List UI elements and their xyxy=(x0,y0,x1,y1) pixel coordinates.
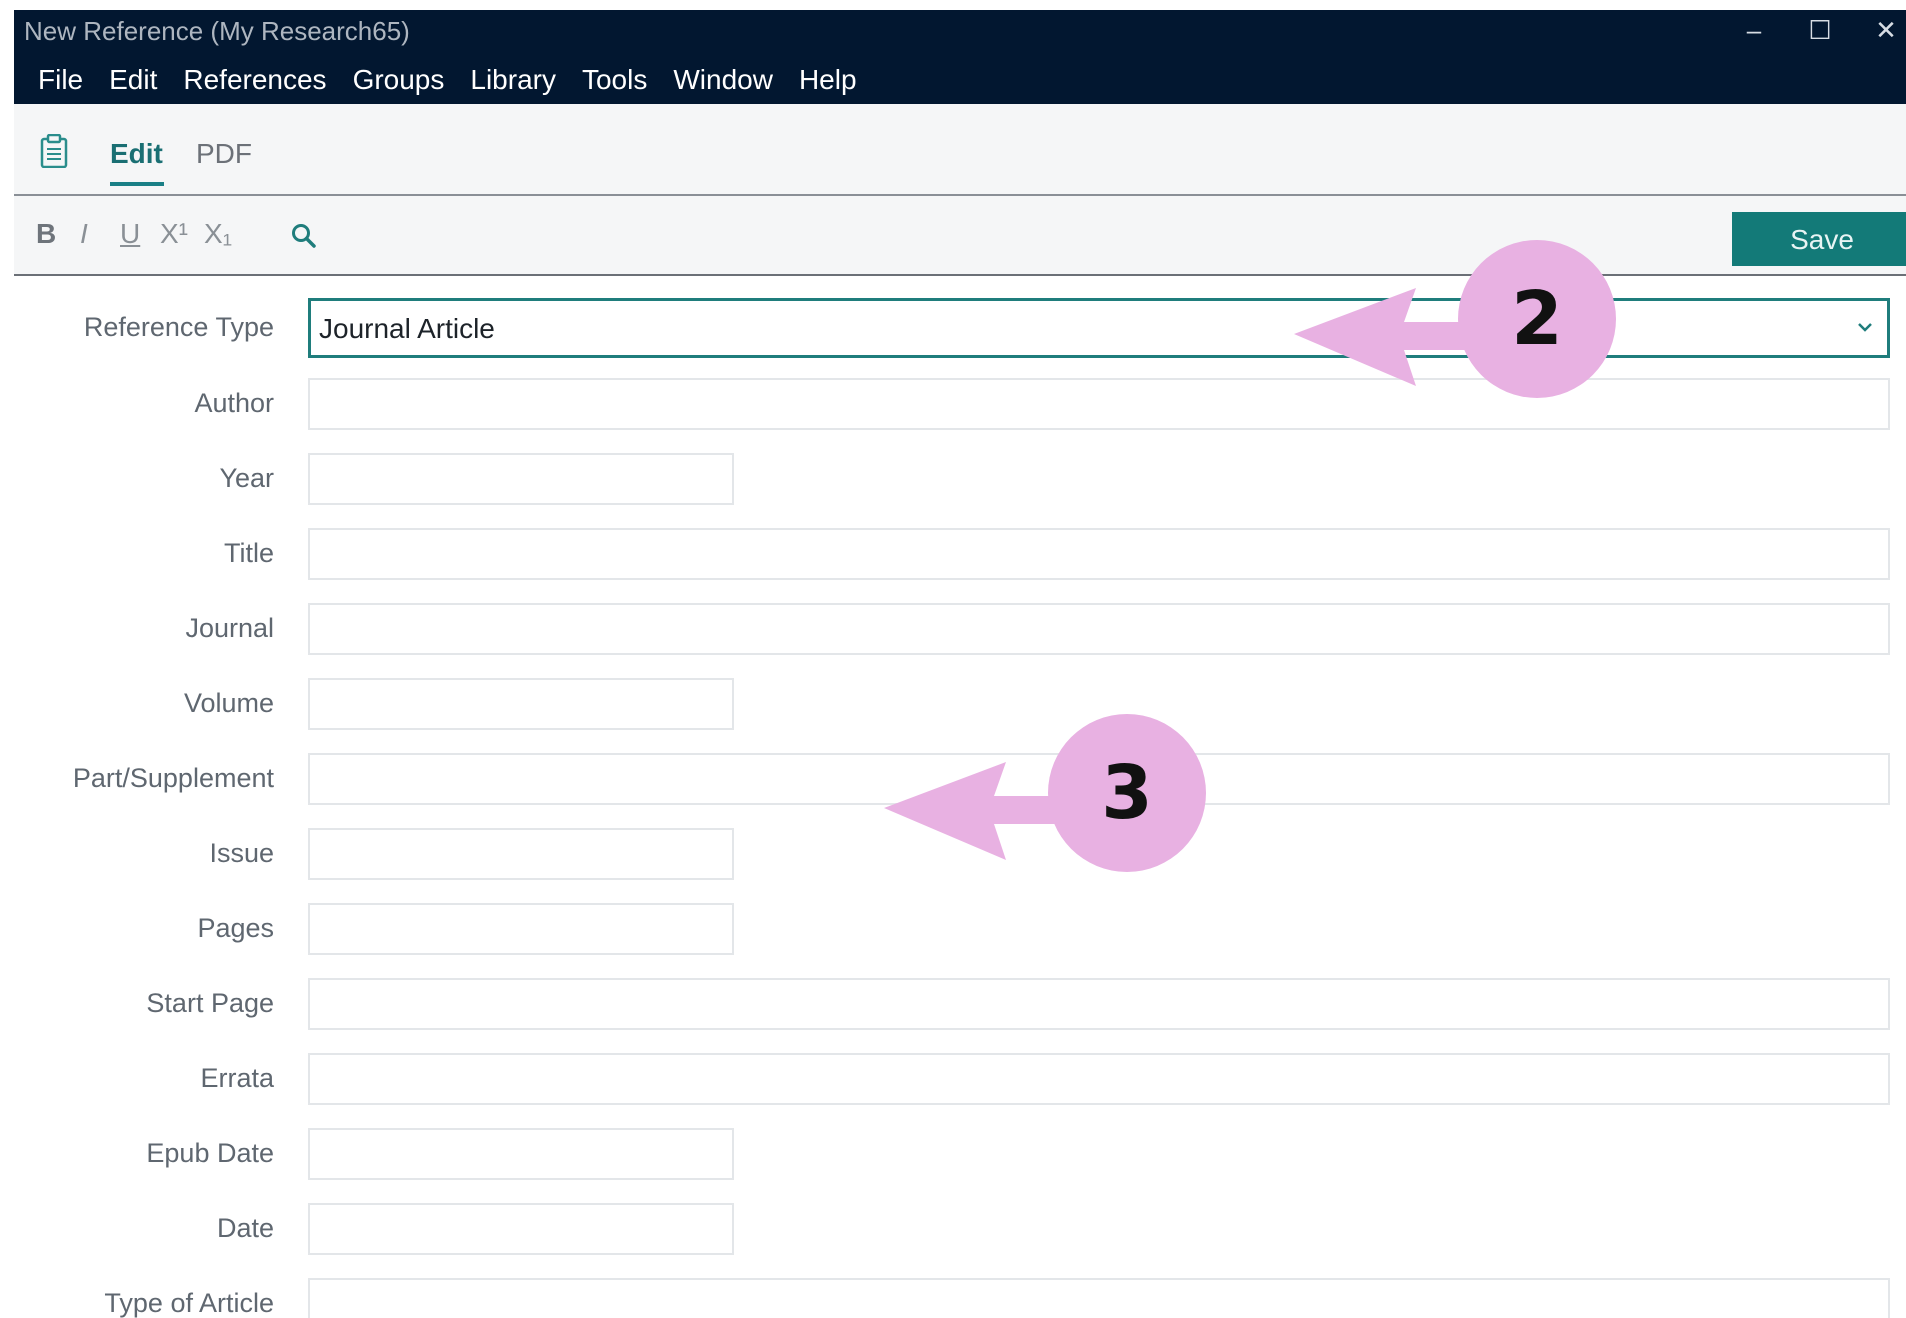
minimize-button[interactable]: – xyxy=(1734,12,1774,48)
epub-date-label: Epub Date xyxy=(146,1138,274,1168)
author-label: Author xyxy=(194,388,274,418)
superscript-button[interactable]: X¹ xyxy=(160,218,188,250)
type-of-article-label: Type of Article xyxy=(104,1288,274,1318)
active-tab-indicator xyxy=(110,182,164,186)
journal-label: Journal xyxy=(185,613,274,643)
reference-editor-window: New Reference (My Research65) – ☐ ✕ File… xyxy=(14,10,1906,1318)
menu-tools[interactable]: Tools xyxy=(569,60,660,100)
type-of-article-field[interactable] xyxy=(308,1278,1890,1318)
search-icon[interactable] xyxy=(290,222,318,250)
volume-label: Volume xyxy=(183,688,274,718)
menu-help[interactable]: Help xyxy=(786,60,870,100)
clipboard-icon[interactable] xyxy=(40,134,68,168)
view-tabs: Edit PDF xyxy=(14,104,1906,196)
menu-groups[interactable]: Groups xyxy=(340,60,458,100)
annotation-badge-2: 2 xyxy=(1458,240,1616,398)
subscript-button[interactable]: X₁ xyxy=(204,218,232,250)
start-page-label: Start Page xyxy=(146,988,274,1018)
volume-field[interactable] xyxy=(308,678,734,730)
window-title: New Reference (My Research65) xyxy=(24,16,410,46)
pages-label: Pages xyxy=(197,913,274,943)
year-field[interactable] xyxy=(308,453,734,505)
chevron-down-icon xyxy=(1858,323,1872,332)
reference-type-label: Reference Type xyxy=(83,312,274,342)
underline-button[interactable]: U xyxy=(120,218,140,250)
errata-field[interactable] xyxy=(308,1053,1890,1105)
close-button[interactable]: ✕ xyxy=(1866,12,1906,48)
menu-window[interactable]: Window xyxy=(660,60,786,100)
year-label: Year xyxy=(219,463,274,493)
title-bar: New Reference (My Research65) – ☐ ✕ File… xyxy=(14,10,1906,104)
annotation-badge-3: 3 xyxy=(1048,714,1206,872)
format-toolbar: B I U X¹ X₁ Save xyxy=(14,196,1906,276)
menu-library[interactable]: Library xyxy=(457,60,569,100)
menu-edit[interactable]: Edit xyxy=(96,60,170,100)
bold-button[interactable]: B xyxy=(36,218,56,250)
tab-edit[interactable]: Edit xyxy=(110,138,163,170)
reference-type-value: Journal Article xyxy=(319,313,495,344)
issue-field[interactable] xyxy=(308,828,734,880)
italic-button[interactable]: I xyxy=(80,218,88,250)
author-field[interactable] xyxy=(308,378,1890,430)
start-page-field[interactable] xyxy=(308,978,1890,1030)
issue-label: Issue xyxy=(209,838,274,868)
tab-pdf[interactable]: PDF xyxy=(196,138,252,170)
menu-references[interactable]: References xyxy=(170,60,339,100)
reference-type-select[interactable]: Journal Article xyxy=(308,298,1890,358)
date-label: Date xyxy=(216,1213,274,1243)
save-button[interactable]: Save xyxy=(1732,212,1906,266)
journal-field[interactable] xyxy=(308,603,1890,655)
maximize-button[interactable]: ☐ xyxy=(1800,12,1840,48)
errata-label: Errata xyxy=(200,1063,274,1093)
menu-bar: File Edit References Groups Library Tool… xyxy=(24,60,870,100)
title-field[interactable] xyxy=(308,528,1890,580)
epub-date-field[interactable] xyxy=(308,1128,734,1180)
pages-field[interactable] xyxy=(308,903,734,955)
part-supplement-label: Part/Supplement xyxy=(72,763,274,793)
menu-file[interactable]: File xyxy=(24,60,96,100)
date-field[interactable] xyxy=(308,1203,734,1255)
title-label: Title xyxy=(223,538,274,568)
